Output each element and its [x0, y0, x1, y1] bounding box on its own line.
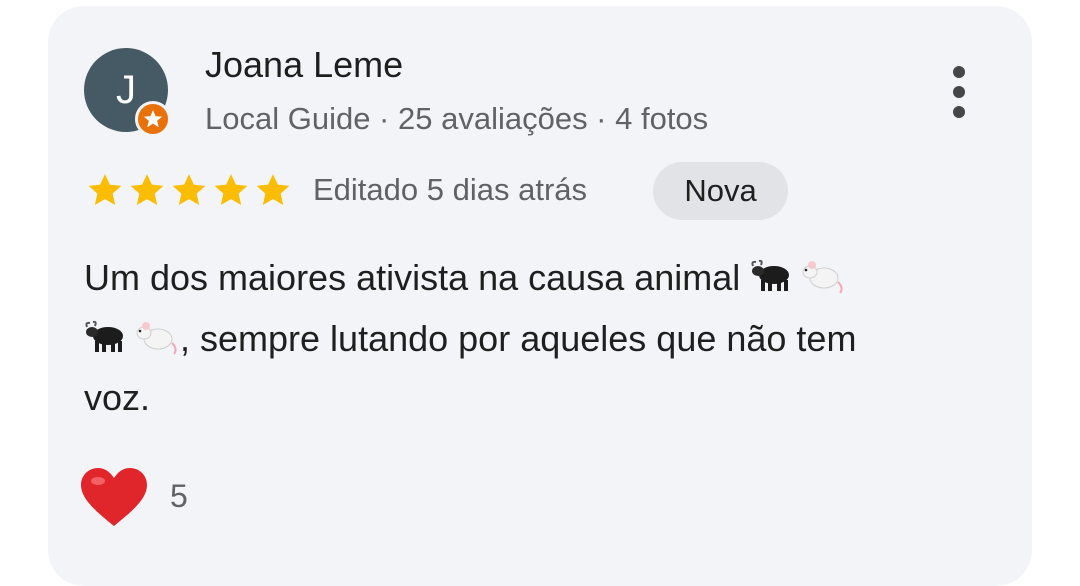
star-icon	[214, 174, 248, 205]
rat-emoji-icon	[136, 322, 177, 355]
review-text: , sempre lutando por aqueles que não tem	[180, 318, 857, 359]
author-meta: Local Guide · 25 avaliações · 4 fotos	[205, 101, 709, 136]
heart-icon[interactable]	[78, 466, 150, 530]
rat-emoji-icon	[802, 261, 843, 294]
review-text: voz.	[84, 377, 151, 418]
local-guide-badge-icon	[135, 101, 171, 137]
edited-timestamp: Editado 5 dias atrás	[313, 172, 588, 207]
star-rating	[84, 170, 294, 210]
star-icon	[256, 174, 290, 205]
review-text-line: voz.	[84, 377, 150, 419]
review-text-line: , sempre lutando por aqueles que não tem	[84, 315, 856, 360]
buffalo-emoji-icon	[751, 259, 790, 291]
avatar-initial: J	[116, 68, 136, 112]
review-text-line: Um dos maiores ativista na causa animal	[84, 254, 846, 299]
buffalo-emoji-icon	[85, 320, 123, 352]
new-badge: Nova	[653, 162, 788, 220]
review-text: Um dos maiores ativista na causa animal	[84, 257, 741, 298]
author-name[interactable]: Joana Leme	[205, 44, 403, 86]
reaction-count: 5	[170, 478, 188, 514]
star-icon	[172, 174, 206, 205]
star-icon	[88, 174, 122, 205]
more-options-icon[interactable]	[944, 62, 974, 122]
star-icon	[130, 174, 164, 205]
